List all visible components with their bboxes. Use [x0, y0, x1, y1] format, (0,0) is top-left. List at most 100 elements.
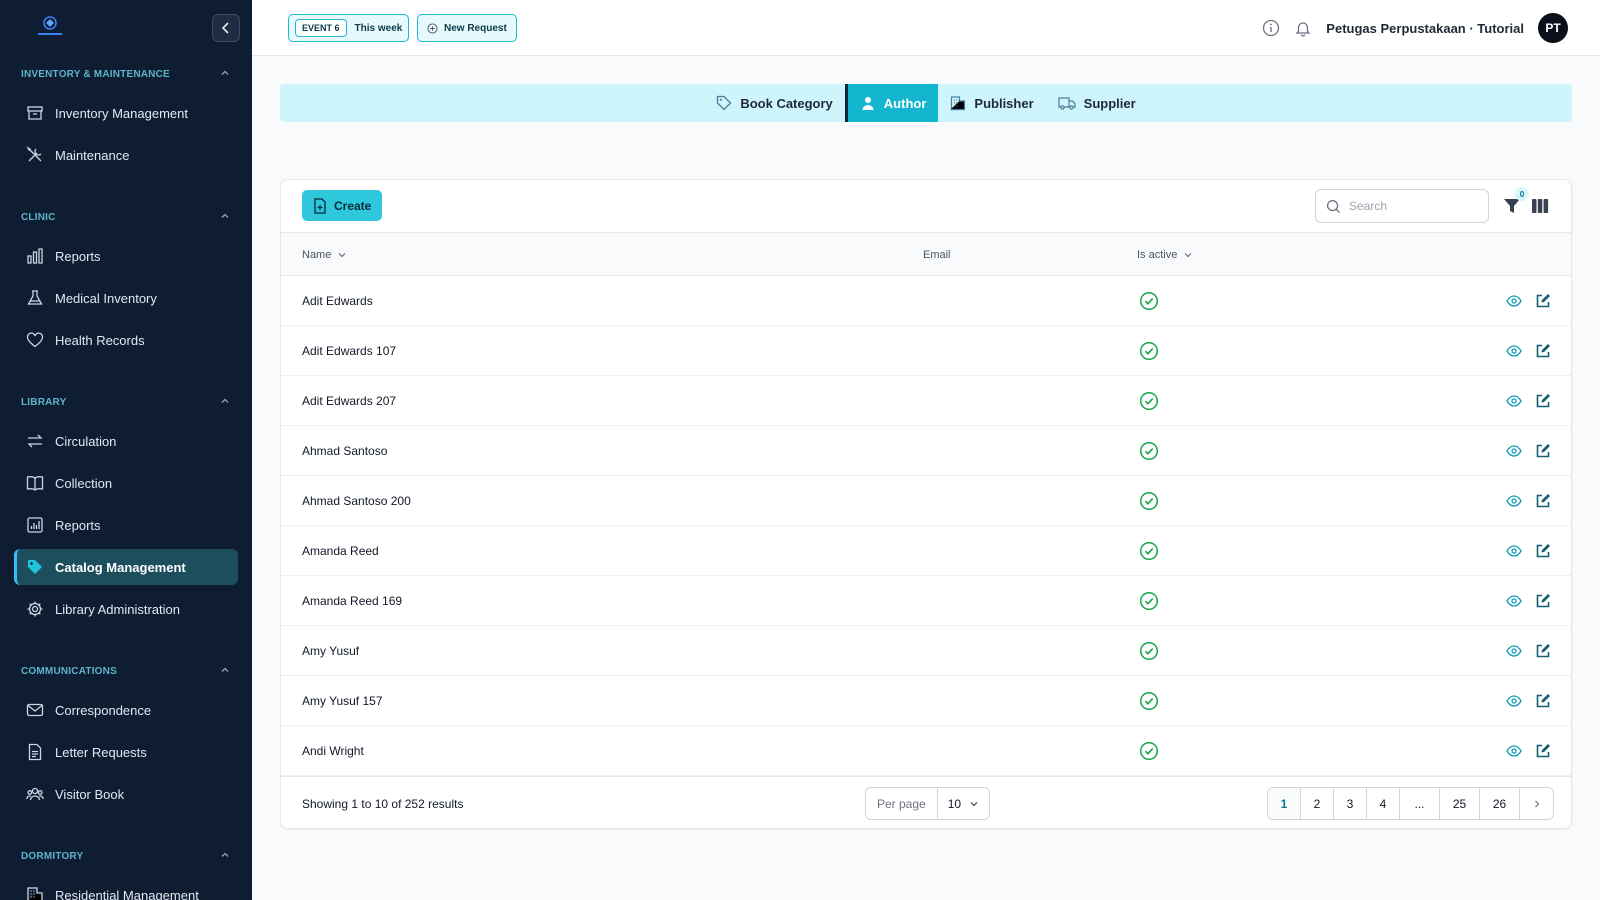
catalog-tabs: Book Category Author Publisher Supplier — [280, 84, 1572, 122]
table-row[interactable]: Adit Edwards — [281, 276, 1571, 326]
sidebar-item-library-administration[interactable]: Library Administration — [14, 591, 238, 627]
page-button-1[interactable]: 1 — [1268, 788, 1301, 819]
page-button-3[interactable]: 3 — [1334, 788, 1367, 819]
sidebar-item-collection[interactable]: Collection — [14, 465, 238, 501]
sidebar-item-correspondence[interactable]: Correspondence — [14, 692, 238, 728]
new-request-button[interactable]: New Request — [417, 14, 517, 42]
report-chart-icon — [25, 515, 45, 535]
edit-icon[interactable] — [1535, 543, 1551, 559]
sidebar: INVENTORY & MAINTENANCE Inventory Managem… — [0, 0, 252, 900]
eye-icon[interactable] — [1506, 743, 1522, 759]
sidebar-item-reports[interactable]: Reports — [14, 238, 238, 274]
sidebar-item-label: Inventory Management — [55, 105, 188, 121]
sidebar-item-residential-management[interactable]: Residential Management — [14, 877, 238, 900]
sidebar-item-maintenance[interactable]: Maintenance — [14, 137, 238, 173]
envelope-icon — [25, 700, 45, 720]
create-button[interactable]: Create — [302, 190, 383, 221]
sidebar-item-reports[interactable]: Reports — [14, 507, 238, 543]
filter-count-badge: 0 — [1515, 187, 1529, 201]
tag-icon — [25, 557, 45, 577]
eye-icon[interactable] — [1506, 343, 1522, 359]
sidebar-item-label: Letter Requests — [55, 744, 147, 760]
table-row[interactable]: Adit Edwards 207 — [281, 376, 1571, 426]
page-button-26[interactable]: 26 — [1480, 788, 1520, 819]
edit-icon[interactable] — [1535, 343, 1551, 359]
sidebar-section-clinic[interactable]: CLINIC — [0, 207, 252, 227]
eye-icon[interactable] — [1506, 393, 1522, 409]
check-circle-icon — [1139, 591, 1159, 611]
sidebar-item-visitor-book[interactable]: Visitor Book — [14, 776, 238, 812]
edit-icon[interactable] — [1535, 393, 1551, 409]
info-icon[interactable] — [1262, 19, 1280, 37]
next-page-button[interactable] — [1520, 788, 1553, 819]
table-row[interactable]: Amy Yusuf — [281, 626, 1571, 676]
table-row[interactable]: Ahmad Santoso — [281, 426, 1571, 476]
search-icon — [1326, 199, 1341, 213]
gear-icon — [25, 599, 45, 619]
chevron-down-icon — [1184, 252, 1192, 257]
sidebar-item-label: Circulation — [55, 433, 117, 449]
tab-publisher[interactable]: Publisher — [938, 84, 1045, 122]
sidebar-section-communications[interactable]: COMMUNICATIONS — [0, 661, 252, 681]
eye-icon[interactable] — [1506, 293, 1522, 309]
column-header-is-active[interactable]: Is active — [1137, 233, 1193, 276]
table-row[interactable]: Adit Edwards 107 — [281, 326, 1571, 376]
edit-icon[interactable] — [1535, 643, 1551, 659]
search-input[interactable] — [1349, 199, 1479, 213]
edit-icon[interactable] — [1535, 593, 1551, 609]
sidebar-item-circulation[interactable]: Circulation — [14, 423, 238, 459]
eye-icon[interactable] — [1506, 693, 1522, 709]
table-row[interactable]: Andi Wright — [281, 726, 1571, 776]
sidebar-section-inventory-maintenance[interactable]: INVENTORY & MAINTENANCE — [0, 64, 252, 84]
edit-icon[interactable] — [1535, 693, 1551, 709]
sidebar-section-library[interactable]: LIBRARY — [0, 392, 252, 412]
eye-icon[interactable] — [1506, 643, 1522, 659]
eye-icon[interactable] — [1506, 543, 1522, 559]
arrows-exchange-icon — [25, 431, 45, 451]
building-icon — [950, 95, 966, 111]
columns-icon[interactable] — [1531, 197, 1549, 215]
chevron-up-icon — [220, 665, 230, 678]
bell-icon[interactable] — [1294, 19, 1312, 37]
per-page-value[interactable]: 10 — [938, 788, 989, 819]
tab-supplier[interactable]: Supplier — [1046, 84, 1148, 122]
sidebar-item-inventory-management[interactable]: Inventory Management — [14, 95, 238, 131]
page-button-4[interactable]: 4 — [1367, 788, 1400, 819]
eye-icon[interactable] — [1506, 493, 1522, 509]
column-header-name[interactable]: Name — [302, 233, 347, 276]
edit-icon[interactable] — [1535, 743, 1551, 759]
table-row[interactable]: Amanda Reed 169 — [281, 576, 1571, 626]
sidebar-item-health-records[interactable]: Health Records — [14, 322, 238, 358]
page-button-25[interactable]: 25 — [1440, 788, 1480, 819]
sidebar-section-dormitory[interactable]: DORMITORY — [0, 846, 252, 866]
sidebar-item-medical-inventory[interactable]: Medical Inventory — [14, 280, 238, 316]
event-tag: EVENT 6 — [295, 19, 347, 37]
edit-icon[interactable] — [1535, 293, 1551, 309]
eye-icon[interactable] — [1506, 443, 1522, 459]
table-row[interactable]: Ahmad Santoso 200 — [281, 476, 1571, 526]
search-box[interactable] — [1315, 189, 1489, 223]
edit-icon[interactable] — [1535, 493, 1551, 509]
check-circle-icon — [1139, 341, 1159, 361]
table-row[interactable]: Amy Yusuf 157 — [281, 676, 1571, 726]
edit-icon[interactable] — [1535, 443, 1551, 459]
app-logo — [34, 14, 66, 38]
eye-icon[interactable] — [1506, 593, 1522, 609]
event-filter-button[interactable]: EVENT 6 This week — [288, 14, 410, 42]
sidebar-item-letter-requests[interactable]: Letter Requests — [14, 734, 238, 770]
archive-icon — [25, 103, 45, 123]
tab-book-category[interactable]: Book Category — [704, 84, 844, 122]
table-row[interactable]: Amanda Reed — [281, 526, 1571, 576]
sidebar-item-label: Residential Management — [55, 887, 199, 900]
event-period: This week — [354, 22, 403, 34]
new-request-label: New Request — [444, 22, 507, 34]
per-page-select[interactable]: Per page 10 — [865, 787, 991, 820]
sidebar-collapse-button[interactable] — [212, 14, 240, 42]
page-button-2[interactable]: 2 — [1301, 788, 1334, 819]
user-name[interactable]: Petugas Perpustakaan · Tutorial — [1326, 21, 1524, 36]
page-ellipsis: ... — [1400, 788, 1440, 819]
avatar[interactable]: PT — [1538, 13, 1568, 43]
sidebar-item-label: Maintenance — [55, 147, 130, 163]
tab-author[interactable]: Author — [844, 84, 939, 122]
sidebar-item-catalog-management[interactable]: Catalog Management — [14, 549, 238, 585]
